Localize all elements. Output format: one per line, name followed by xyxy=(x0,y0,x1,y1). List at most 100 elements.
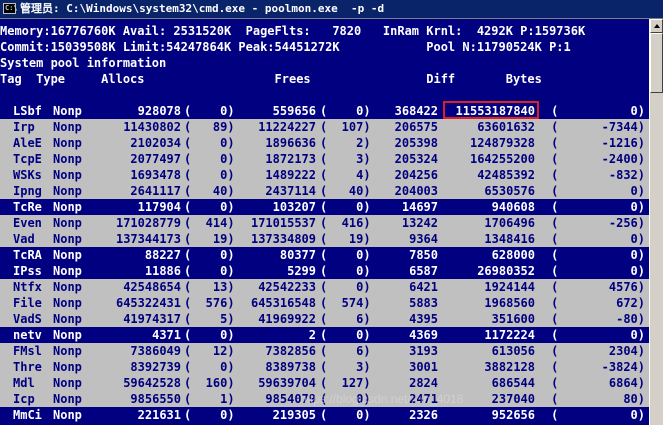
cell-bytes-delta: ( 0) xyxy=(551,184,645,198)
cell-type: Nonp xyxy=(53,376,82,390)
cell-type: Nonp xyxy=(53,248,82,262)
cell-diff: 6421 xyxy=(409,280,438,294)
cell-allocs: 645322431 xyxy=(115,296,181,310)
cell-bytes: 124879328 xyxy=(469,136,535,150)
cell-frees: 5299 xyxy=(287,264,316,278)
cell-diff: 368422 xyxy=(394,104,438,118)
cell-allocs-delta: ( 5) xyxy=(184,312,235,326)
cell-bytes-delta: ( 0) xyxy=(551,408,645,422)
cell-tag: Icp xyxy=(13,392,35,406)
commit-line: Commit:15039508K Limit:54247864K Peak:54… xyxy=(0,39,649,55)
cell-diff: 2824 xyxy=(409,376,438,390)
cell-tag: TcRe xyxy=(13,200,42,214)
scroll-thumb[interactable] xyxy=(650,33,663,93)
cell-frees-delta: ( 19) xyxy=(320,232,371,246)
cell-frees-delta: ( 416) xyxy=(320,216,371,230)
cell-tag: Ntfx xyxy=(13,280,42,294)
cell-allocs: 2102034 xyxy=(130,136,181,150)
cell-tag: Mdl xyxy=(13,376,35,390)
cell-type: Nonp xyxy=(53,344,82,358)
cell-frees: 2437114 xyxy=(265,184,316,198)
cell-frees-delta: ( 0) xyxy=(320,200,371,214)
scroll-up-button[interactable] xyxy=(650,19,663,33)
cell-allocs-delta: ( 0) xyxy=(184,248,235,262)
cell-diff: 7850 xyxy=(409,248,438,262)
cell-bytes: 1924144 xyxy=(484,280,535,294)
cell-type: Nonp xyxy=(53,152,82,166)
cell-allocs: 41974317 xyxy=(123,312,181,326)
cell-type: Nonp xyxy=(53,264,82,278)
cell-allocs-delta: ( 0) xyxy=(184,200,235,214)
cell-tag: AleE xyxy=(13,136,42,150)
cell-bytes: 3882128 xyxy=(484,360,535,374)
cell-diff: 4369 xyxy=(409,328,438,342)
cell-bytes-delta: ( 0) xyxy=(551,232,645,246)
pool-row: Vad Nonp 137344173( 19) 137334809( 19) 9364 1… xyxy=(0,231,649,247)
cell-bytes-delta: ( -832) xyxy=(551,168,645,182)
cell-frees-delta: ( 0) xyxy=(320,328,371,342)
cell-allocs-delta: ( 0) xyxy=(184,136,235,150)
cell-frees-delta: ( 0) xyxy=(320,248,371,262)
cell-type: Nonp xyxy=(53,168,82,182)
title-bar[interactable]: C:\ 管理员: C:\Windows\system32\cmd.exe - p… xyxy=(0,0,663,19)
cell-bytes: 6530576 xyxy=(484,184,535,198)
column-header-line: Tag Type Allocs Frees Diff Bytes xyxy=(0,71,649,87)
cell-allocs-delta: ( 0) xyxy=(184,360,235,374)
cell-type: Nonp xyxy=(53,312,82,326)
cell-type: Nonp xyxy=(53,184,82,198)
cell-allocs-delta: ( 0) xyxy=(184,264,235,278)
pool-row: Mdl Nonp 59642528( 160) 59639704 ( 127) 2824 6… xyxy=(0,375,649,391)
cell-allocs-delta: ( 89) xyxy=(184,120,235,134)
cell-allocs: 2077497 xyxy=(130,152,181,166)
cell-tag: MmCi xyxy=(13,408,42,422)
cell-frees-delta: ( 2) xyxy=(320,136,371,150)
pool-row: netv Nonp 4371( 0) 2( 0) 4369 1172224( 0) xyxy=(0,327,649,343)
cell-allocs: 221631 xyxy=(137,408,181,422)
pool-row: Ipng Nonp 2641117( 40) 2437114( 40) 204003 65… xyxy=(0,183,649,199)
cell-allocs: 9856550 xyxy=(130,392,181,406)
cell-tag: VadS xyxy=(13,312,42,326)
cell-allocs-delta: ( 40) xyxy=(184,184,235,198)
cell-diff: 205398 xyxy=(394,136,438,150)
cell-frees-delta: ( 0) xyxy=(320,264,371,278)
cell-frees: 41969922 xyxy=(258,312,316,326)
cell-bytes: 1172224 xyxy=(484,328,535,342)
cell-allocs: 11886 xyxy=(144,264,181,278)
cell-bytes-delta: ( 0) xyxy=(551,200,645,214)
console-icon[interactable]: C:\ xyxy=(3,3,18,14)
cell-frees-delta: ( 40) xyxy=(320,184,371,198)
cell-tag: netv xyxy=(13,328,42,342)
cell-frees: 11224227 xyxy=(258,120,316,134)
cell-allocs: 117904 xyxy=(137,200,181,214)
cell-frees-delta: ( 107) xyxy=(320,120,371,134)
cell-diff: 6587 xyxy=(409,264,438,278)
cell-frees: 559656 xyxy=(272,104,316,118)
cell-frees-delta: ( 0) xyxy=(320,280,371,294)
cell-tag: TcRA xyxy=(13,248,42,262)
cell-type: Nonp xyxy=(53,392,82,406)
cell-frees: 42542233 xyxy=(258,280,316,294)
cell-type: Nonp xyxy=(53,232,82,246)
cell-bytes: 164255200 xyxy=(469,152,535,166)
cell-bytes: 686544 xyxy=(491,376,535,390)
cell-frees: 8389738 xyxy=(265,360,316,374)
cell-type: Nonp xyxy=(53,360,82,374)
cell-diff: 14697 xyxy=(401,200,438,214)
cell-bytes: 952656 xyxy=(491,408,535,422)
cell-allocs: 42548654 xyxy=(123,280,181,294)
cell-tag: TcpE xyxy=(13,152,42,166)
cell-bytes-delta: ( 672) xyxy=(551,296,645,310)
cell-type: Nonp xyxy=(53,328,82,342)
cell-frees: 1896636 xyxy=(265,136,316,150)
pool-row: Thre Nonp 8392739( 0) 8389738 ( 3) 3001 388212… xyxy=(0,359,649,375)
cell-bytes-delta: ( -1216) xyxy=(551,136,645,150)
cell-frees: 80377 xyxy=(279,248,316,262)
watermark: https://blog.csdn.net/...in_4018 xyxy=(300,392,464,406)
cell-frees: 103207 xyxy=(272,200,316,214)
vertical-scrollbar[interactable] xyxy=(649,19,663,425)
pool-row: File Nonp 645322431( 576) 645316548 ( 574) 58… xyxy=(0,295,649,311)
cell-tag: File xyxy=(13,296,42,310)
cell-bytes-delta: ( -80) xyxy=(551,312,645,326)
cell-tag: Ipng xyxy=(13,184,42,198)
cell-frees: 1489222 xyxy=(265,168,316,182)
